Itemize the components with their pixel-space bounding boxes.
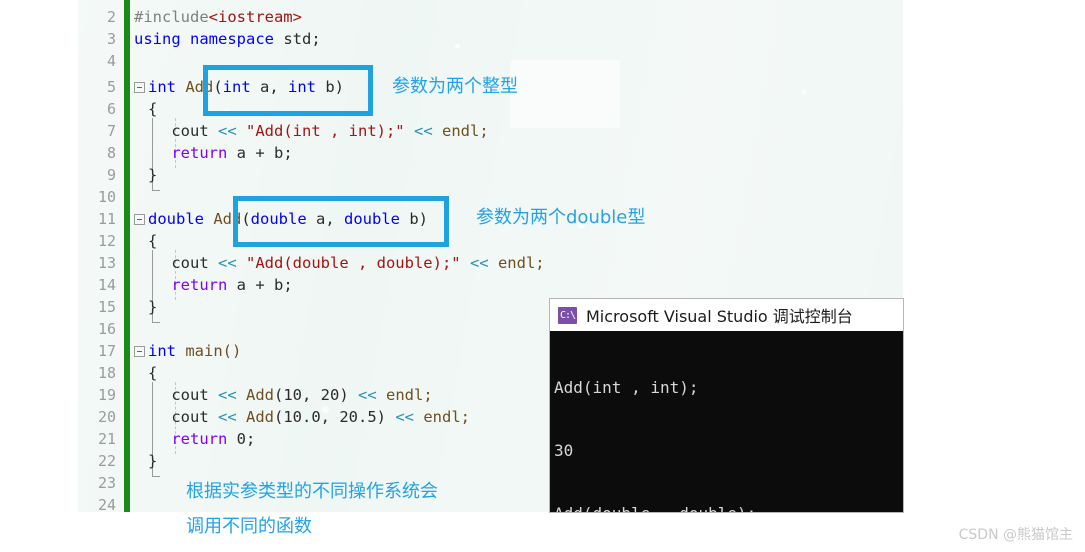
include-header: <iostream> [208, 8, 302, 26]
stream-operator-7: << [218, 408, 237, 426]
code-line-3[interactable]: using namespace std; [134, 30, 321, 48]
annotation-double-params: 参数为两个double型 [476, 207, 646, 228]
code-line-15[interactable]: } [148, 298, 157, 316]
console-output[interactable]: Add(int , int); 30 Add(double , double);… [550, 331, 903, 512]
annotation-int-params: 参数为两个整型 [392, 76, 518, 97]
string-literal-add-double: "Add(double , double);" [236, 254, 470, 272]
code-line-21[interactable]: return 0; [134, 430, 255, 448]
preprocessor-directive: #include [134, 8, 209, 26]
code-line-13[interactable]: cout << "Add(double , double);" << endl; [134, 254, 545, 272]
code-line-17[interactable]: int main() [148, 342, 241, 360]
namespace-std: std; [274, 30, 321, 48]
keyword-return-3: return [134, 430, 228, 448]
fold-collapse-icon-2[interactable] [134, 214, 145, 225]
call-add-int: Add [236, 386, 274, 404]
code-line-22[interactable]: } [148, 452, 157, 470]
highlight-box-int-params [203, 65, 373, 116]
endl-token: endl; [432, 122, 489, 140]
stream-cout: cout [134, 122, 218, 140]
console-titlebar[interactable]: C:\ Microsoft Visual Studio 调试控制台 [550, 299, 903, 331]
code-line-7[interactable]: cout << "Add(int , int);" << endl; [134, 122, 489, 140]
keyword-namespace: namespace [190, 30, 275, 48]
brace-open-2: { [148, 232, 158, 250]
return-expression: a + b; [227, 144, 293, 162]
block-guide-2-foot [152, 322, 160, 323]
console-window[interactable]: C:\ Microsoft Visual Studio 调试控制台 Add(in… [550, 299, 903, 512]
keyword-return: return [134, 144, 228, 162]
annotation-bottom-line-2: 调用不同的函数 [186, 516, 312, 537]
stream-operator-5: << [218, 386, 237, 404]
code-line-20[interactable]: cout << Add(10.0, 20.5) << endl; [134, 408, 470, 426]
code-line-18[interactable]: { [148, 364, 157, 382]
stream-cout-3: cout [134, 386, 218, 404]
brace-close-3: } [148, 452, 158, 470]
stream-operator-6: << [358, 386, 377, 404]
stream-operator-2: << [413, 122, 433, 140]
block-guide-1-foot [152, 190, 160, 191]
call-add-double: Add [236, 408, 274, 426]
keyword-return-2: return [134, 276, 228, 294]
fold-collapse-icon-3[interactable] [134, 346, 145, 357]
brace-close: } [148, 166, 158, 184]
background-light-patch [510, 60, 620, 128]
fold-collapse-icon[interactable] [134, 82, 145, 93]
stream-cout-2: cout [134, 254, 218, 272]
string-literal-add-int: "Add(int , int);" [236, 122, 414, 140]
return-expression-2: a + b; [227, 276, 293, 294]
stream-operator: << [218, 122, 237, 140]
code-line-6[interactable]: { [148, 100, 157, 118]
brace-open-3: { [148, 364, 158, 382]
call-args-int: (10, 20) [274, 386, 358, 404]
csdn-watermark: CSDN @熊猫馆主 [958, 527, 1073, 543]
keyword-double: double [148, 210, 204, 228]
stream-operator-4: << [469, 254, 489, 272]
console-line: 30 [554, 441, 574, 460]
highlight-box-double-params [233, 196, 449, 247]
endl-token-4: endl; [414, 408, 470, 426]
keyword-using: using [134, 30, 181, 48]
keyword-int-main: int [148, 342, 176, 360]
stream-operator-8: << [395, 408, 414, 426]
code-line-12[interactable]: { [148, 232, 157, 250]
stream-cout-4: cout [134, 408, 218, 426]
stream-operator-3: << [218, 254, 237, 272]
function-name-main: main() [176, 342, 242, 360]
call-args-double: (10.0, 20.5) [274, 408, 396, 426]
console-line: Add(int , int); [554, 378, 699, 397]
brace-open: { [148, 100, 158, 118]
endl-token-3: endl; [376, 386, 433, 404]
code-line-2[interactable]: #include<iostream> [134, 8, 302, 26]
code-line-19[interactable]: cout << Add(10, 20) << endl; [134, 386, 433, 404]
block-guide-3-foot [152, 476, 160, 477]
brace-close-2: } [148, 298, 158, 316]
keyword-int: int [148, 78, 176, 96]
return-value-zero: 0; [227, 430, 256, 448]
endl-token-2: endl; [488, 254, 545, 272]
code-line-8[interactable]: return a + b; [134, 144, 293, 162]
cmd-icon: C:\ [558, 306, 577, 324]
console-line: Add(double , double); [554, 503, 903, 512]
code-line-9[interactable]: } [148, 166, 157, 184]
code-line-14[interactable]: return a + b; [134, 276, 293, 294]
annotation-bottom-line-1: 根据实参类型的不同操作系统会 [186, 481, 438, 502]
console-title: Microsoft Visual Studio 调试控制台 [586, 307, 853, 326]
